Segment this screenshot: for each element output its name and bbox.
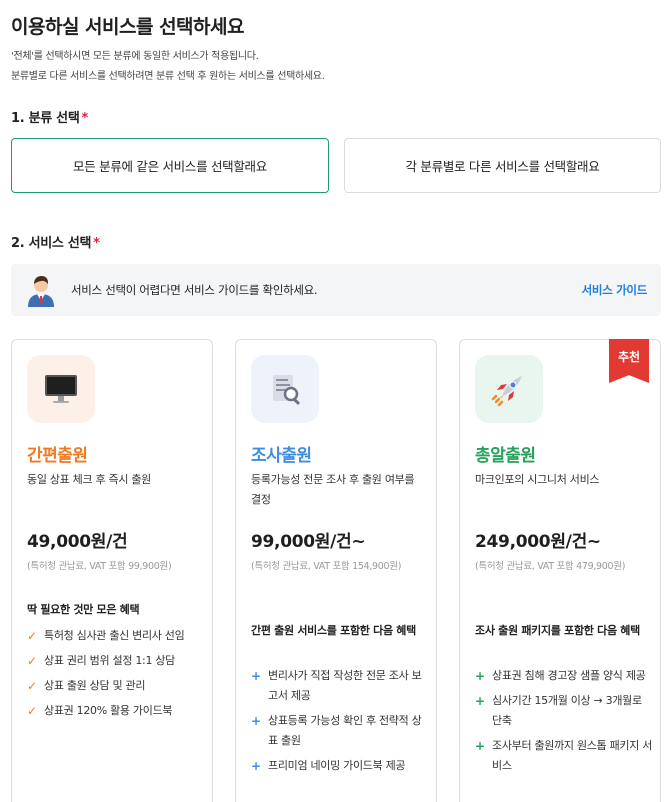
plus-icon: + xyxy=(251,714,261,728)
benefit-list: + 변리사가 직접 작성한 전문 조사 보고서 제공 + 상표등록 가능성 확인 후… xyxy=(251,666,429,781)
check-icon: ✓ xyxy=(27,629,37,643)
benefit-title: 딱 필요한 것만 모은 혜택 xyxy=(27,603,140,616)
option-different-service-button[interactable]: 각 분류별로 다른 서비스를 선택할래요 xyxy=(344,138,661,193)
check-icon: ✓ xyxy=(27,704,37,718)
check-icon: ✓ xyxy=(27,654,37,668)
benefit-text: 특허청 심사관 출신 변리사 선임 xyxy=(44,629,185,642)
benefit-text: 상표등록 가능성 확인 후 전략적 상표 출원 xyxy=(268,714,422,747)
page-description-2: 분류별로 다른 서비스를 선택하려면 분류 선택 후 원하는 서비스를 선택하세… xyxy=(11,71,325,82)
price-note: (특허청 관납료, VAT 포함 99,900원) xyxy=(27,561,172,572)
service-card-express[interactable]: 추천 총알출원 마크인포의 시그니처 서비스 249,000원/건~ (특허청 … xyxy=(459,339,661,802)
monitor-icon xyxy=(27,355,95,423)
service-name: 총알출원 xyxy=(475,446,536,466)
benefit-text: 상표권 침해 경고장 샘플 양식 제공 xyxy=(492,669,646,682)
benefit-item: ✓ 상표 출원 상담 및 관리 xyxy=(27,676,205,696)
benefit-list: ✓ 특허청 심사관 출신 변리사 선임 ✓ 상표 권리 범위 설정 1:1 상담 ✓… xyxy=(27,626,205,726)
benefit-text: 프리미엄 네이밍 가이드북 제공 xyxy=(268,759,406,772)
benefit-item: ✓ 상표권 120% 활용 가이드북 xyxy=(27,701,205,721)
benefit-item: ✓ 특허청 심사관 출신 변리사 선임 xyxy=(27,626,205,646)
benefit-item: + 상표권 침해 경고장 샘플 양식 제공 xyxy=(475,666,653,686)
benefit-text: 변리사가 직접 작성한 전문 조사 보고서 제공 xyxy=(268,669,422,702)
benefit-item: + 변리사가 직접 작성한 전문 조사 보고서 제공 xyxy=(251,666,429,706)
section-label: 2. 서비스 선택 xyxy=(11,236,92,251)
page-title: 이용하실 서비스를 선택하세요 xyxy=(11,16,244,38)
benefit-text: 심사기간 15개월 이상 → 3개월로 단축 xyxy=(492,694,642,727)
option-same-service-button[interactable]: 모든 분류에 같은 서비스를 선택할래요 xyxy=(11,138,329,193)
benefit-item: + 프리미엄 네이밍 가이드북 제공 xyxy=(251,756,429,776)
service-description: 동일 상표 체크 후 즉시 출원 xyxy=(27,473,152,486)
benefit-list: + 상표권 침해 경고장 샘플 양식 제공 + 심사기간 15개월 이상 → 3개월… xyxy=(475,666,653,781)
service-card-simple[interactable]: 간편출원 동일 상표 체크 후 즉시 출원 49,000원/건 (특허청 관납료… xyxy=(11,339,213,802)
service-description: 등록가능성 전문 조사 후 출원 여부를 결정 xyxy=(251,473,415,506)
service-card-research[interactable]: 조사출원 등록가능성 전문 조사 후 출원 여부를 결정 99,000원/건~ … xyxy=(235,339,437,802)
benefit-text: 조사부터 출원까지 원스톱 패키지 서비스 xyxy=(492,739,653,772)
guide-text: 서비스 선택이 어렵다면 서비스 가이드를 확인하세요. xyxy=(71,283,318,297)
benefit-title: 간편 출원 서비스를 포함한 다음 혜택 xyxy=(251,624,416,637)
required-mark: * xyxy=(81,111,88,126)
plus-icon: + xyxy=(251,759,261,773)
plus-icon: + xyxy=(475,739,485,753)
plus-icon: + xyxy=(475,669,485,683)
price-note: (특허청 관납료, VAT 포함 154,900원) xyxy=(251,561,402,572)
benefit-item: + 조사부터 출원까지 원스톱 패키지 서비스 xyxy=(475,736,653,776)
required-mark: * xyxy=(93,236,100,251)
service-price: 49,000원/건 xyxy=(27,532,128,552)
check-icon: ✓ xyxy=(27,679,37,693)
benefit-item: + 심사기간 15개월 이상 → 3개월로 단축 xyxy=(475,691,653,731)
section-label: 1. 분류 선택 xyxy=(11,111,80,126)
price-note: (특허청 관납료, VAT 포함 479,900원) xyxy=(475,561,626,572)
service-name: 조사출원 xyxy=(251,446,312,466)
service-price: 249,000원/건~ xyxy=(475,532,601,552)
benefit-item: ✓ 상표 권리 범위 설정 1:1 상담 xyxy=(27,651,205,671)
benefit-title: 조사 출원 패키지를 포함한 다음 혜택 xyxy=(475,624,640,637)
plus-icon: + xyxy=(475,694,485,708)
plus-icon: + xyxy=(251,669,261,683)
benefit-text: 상표 출원 상담 및 관리 xyxy=(44,679,146,692)
benefit-item: + 상표등록 가능성 확인 후 전략적 상표 출원 xyxy=(251,711,429,751)
section-title-category: 1. 분류 선택 * xyxy=(11,107,88,126)
benefit-text: 상표 권리 범위 설정 1:1 상담 xyxy=(44,654,175,667)
service-name: 간편출원 xyxy=(27,446,88,466)
benefit-text: 상표권 120% 활용 가이드북 xyxy=(44,704,173,717)
document-search-icon xyxy=(251,355,319,423)
service-guide-link[interactable]: 서비스 가이드 xyxy=(582,282,648,298)
rocket-icon xyxy=(475,355,543,423)
section-title-service: 2. 서비스 선택 * xyxy=(11,232,100,251)
recommended-badge: 추천 xyxy=(609,339,649,383)
service-description: 마크인포의 시그니처 서비스 xyxy=(475,473,600,486)
page-description-1: '전체'를 선택하시면 모든 분류에 동일한 서비스가 적용됩니다. xyxy=(11,51,259,62)
service-guide-banner: 서비스 선택이 어렵다면 서비스 가이드를 확인하세요. 서비스 가이드 xyxy=(11,264,661,316)
consultant-avatar-icon xyxy=(25,273,57,307)
service-price: 99,000원/건~ xyxy=(251,532,366,552)
